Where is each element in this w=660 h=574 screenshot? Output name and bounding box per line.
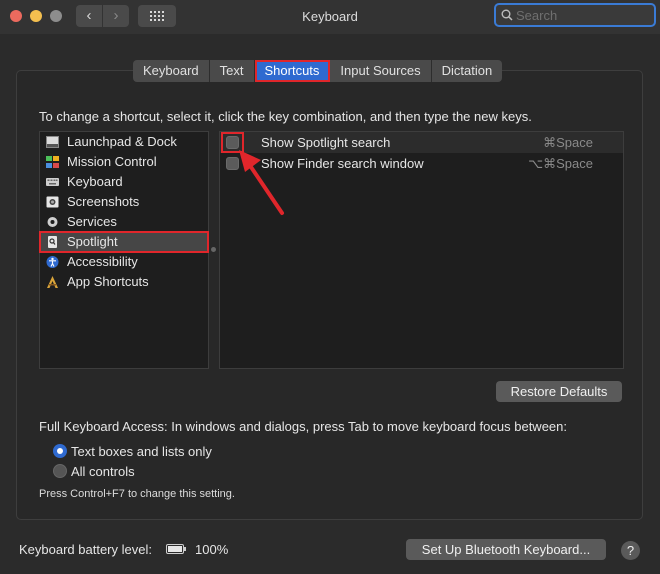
battery-value: 100% (195, 542, 229, 557)
control-f7-note: Press Control+F7 to change this setting. (39, 488, 235, 500)
tab-text[interactable]: Text (210, 60, 255, 82)
category-mission-control[interactable]: Mission Control (40, 152, 208, 172)
tab-shortcuts[interactable]: Shortcuts (254, 60, 331, 82)
screenshots-icon (46, 196, 59, 208)
battery-label: Keyboard battery level: (19, 542, 152, 557)
category-spotlight[interactable]: Spotlight (39, 231, 209, 253)
restore-defaults-button[interactable]: Restore Defaults (496, 381, 622, 402)
tab-keyboard[interactable]: Keyboard (133, 60, 210, 82)
radio-text-boxes-label[interactable]: Text boxes and lists only (71, 444, 212, 459)
category-label: Screenshots (67, 194, 140, 209)
category-label: App Shortcuts (67, 274, 149, 289)
spotlight-icon (48, 236, 57, 248)
category-label: Mission Control (67, 154, 157, 169)
category-label: Spotlight (67, 234, 118, 249)
search-field[interactable] (494, 3, 656, 27)
category-list: Launchpad & Dock Mission Control Keyboar… (39, 131, 209, 369)
help-button[interactable]: ? (621, 541, 640, 560)
battery-icon (166, 544, 186, 554)
category-accessibility[interactable]: Accessibility (40, 252, 208, 272)
full-keyboard-access-label: Full Keyboard Access: In windows and dia… (39, 419, 567, 434)
app-shortcuts-icon (47, 276, 58, 288)
category-label: Services (67, 214, 117, 229)
category-label: Launchpad & Dock (67, 134, 177, 149)
search-input[interactable] (516, 7, 646, 23)
tab-input-sources[interactable]: Input Sources (330, 60, 432, 82)
list-splitter-handle[interactable] (211, 247, 216, 252)
tab-dictation[interactable]: Dictation (432, 60, 503, 82)
radio-text-boxes[interactable] (53, 444, 67, 458)
launchpad-icon (46, 136, 59, 148)
accessibility-icon (46, 256, 59, 268)
category-label: Accessibility (67, 254, 138, 269)
gear-icon (47, 217, 58, 227)
category-launchpad-dock[interactable]: Launchpad & Dock (40, 132, 208, 152)
shortcut-keys[interactable]: ⌘Space (543, 132, 593, 153)
category-keyboard[interactable]: Keyboard (40, 172, 208, 192)
category-label: Keyboard (67, 174, 123, 189)
annotation-arrow-icon (239, 150, 284, 215)
mission-control-icon (46, 156, 59, 168)
instructions-text: To change a shortcut, select it, click t… (39, 109, 532, 124)
radio-all-controls[interactable] (53, 464, 67, 478)
search-icon (501, 9, 513, 21)
category-app-shortcuts[interactable]: App Shortcuts (40, 272, 208, 292)
tab-bar: Keyboard Text Shortcuts Input Sources Di… (133, 60, 503, 82)
radio-all-controls-label[interactable]: All controls (71, 464, 135, 479)
category-services[interactable]: Services (40, 212, 208, 232)
category-screenshots[interactable]: Screenshots (40, 192, 208, 212)
keyboard-icon (46, 178, 59, 186)
shortcut-keys[interactable]: ⌥⌘Space (528, 153, 593, 174)
setup-bluetooth-keyboard-button[interactable]: Set Up Bluetooth Keyboard... (406, 539, 606, 560)
